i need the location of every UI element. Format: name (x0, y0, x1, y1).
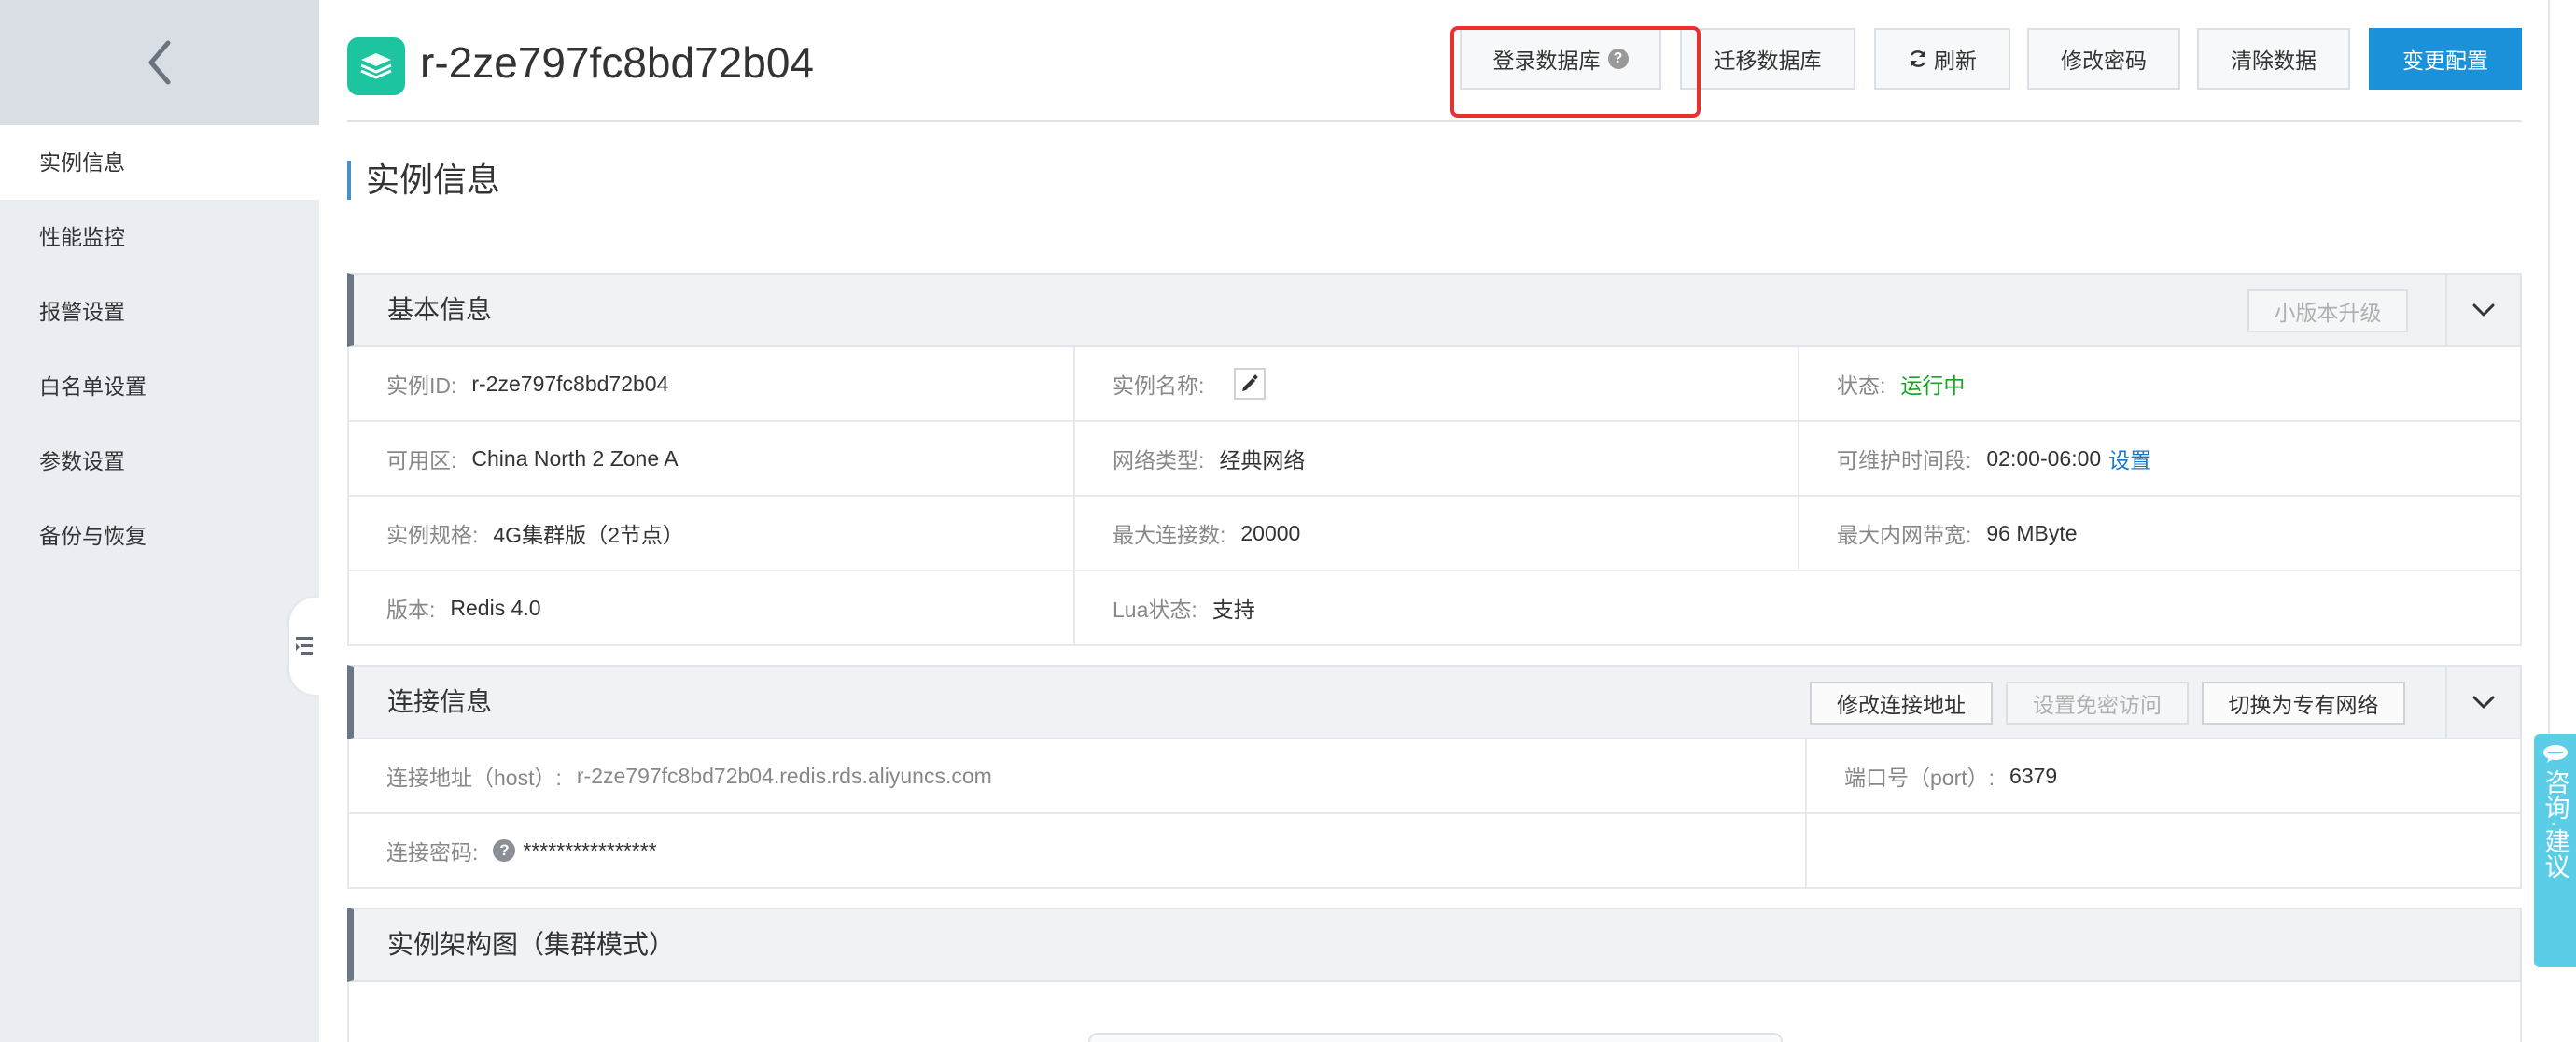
basic-info-grid: 实例ID: r-2ze797fc8bd72b04 实例名称: 状态: 运行中 可… (347, 347, 2522, 646)
version-value: Redis 4.0 (450, 595, 541, 620)
connection-info-title: 连接信息 (387, 687, 493, 716)
architecture-title: 实例架构图（集群模式） (387, 930, 676, 959)
port-cell: 端口号（port）: 6379 (1805, 739, 2520, 812)
instance-id-cell: 实例ID: r-2ze797fc8bd72b04 (349, 347, 1073, 420)
network-type-label: 网络类型: (1113, 448, 1205, 472)
empty-cell (1805, 814, 2520, 887)
maintenance-window-label: 可维护时间段: (1837, 448, 1972, 472)
help-icon[interactable]: ? (493, 839, 516, 862)
database-stack-icon (360, 53, 392, 79)
info-row: 实例ID: r-2ze797fc8bd72b04 实例名称: 状态: 运行中 (349, 347, 2520, 422)
password-value: **************** (523, 838, 657, 863)
max-bandwidth-label: 最大内网带宽: (1837, 523, 1972, 547)
zone-label: 可用区: (386, 448, 457, 472)
collapse-menu-icon (296, 637, 313, 655)
instance-id-value: r-2ze797fc8bd72b04 (471, 371, 669, 396)
instance-spec-label: 实例规格: (386, 523, 479, 547)
page-title: 实例信息 (347, 161, 500, 200)
sidebar-item-instance-info[interactable]: 实例信息 (0, 125, 319, 200)
maintenance-window-cell: 可维护时间段: 02:00-06:00 设置 (1798, 422, 2520, 495)
lua-status-label: Lua状态: (1113, 598, 1197, 622)
pencil-icon (1242, 374, 1259, 391)
chevron-down-icon (2472, 303, 2495, 317)
change-config-button[interactable]: 变更配置 (2369, 28, 2522, 90)
chat-icon (2542, 745, 2568, 763)
max-connections-value: 20000 (1240, 520, 1301, 545)
architecture-header: 实例架构图（集群模式） (347, 908, 2522, 982)
architecture-diagram-node (1088, 1033, 1783, 1042)
host-label: 连接地址（host）: (386, 766, 562, 790)
port-value: 6379 (2009, 763, 2058, 788)
switch-to-vpc-button[interactable]: 切换为专有网络 (2202, 682, 2405, 725)
max-bandwidth-value: 96 MByte (1986, 520, 2078, 545)
sidebar-item-whitelist-settings[interactable]: 白名单设置 (0, 349, 319, 424)
info-row: 连接地址（host）: r-2ze797fc8bd72b04.redis.rds… (349, 739, 2520, 814)
instance-spec-cell: 实例规格: 4G集群版（2节点） (349, 497, 1073, 570)
sidebar-item-backup-restore[interactable]: 备份与恢复 (0, 499, 319, 573)
network-type-cell: 网络类型: 经典网络 (1073, 422, 1798, 495)
host-value: r-2ze797fc8bd72b04.redis.rds.aliyuncs.co… (576, 763, 992, 788)
chevron-left-icon (148, 40, 171, 85)
lua-status-value: 支持 (1211, 598, 1255, 622)
network-type-value: 经典网络 (1219, 448, 1306, 472)
change-password-button[interactable]: 修改密码 (2027, 28, 2180, 90)
version-cell: 版本: Redis 4.0 (349, 571, 1073, 644)
connection-info-grid: 连接地址（host）: r-2ze797fc8bd72b04.redis.rds… (347, 739, 2522, 889)
basic-info-collapse-toggle[interactable] (2445, 275, 2520, 345)
info-row: 版本: Redis 4.0 Lua状态: 支持 (349, 571, 2520, 646)
redis-instance-icon (347, 37, 405, 95)
password-label: 连接密码: (386, 840, 479, 865)
instance-title: r-2ze797fc8bd72b04 (420, 38, 814, 87)
minor-version-upgrade-button[interactable]: 小版本升级 (2247, 289, 2408, 332)
zone-value: China North 2 Zone A (471, 445, 679, 471)
sidebar-collapse-toggle[interactable] (289, 598, 319, 695)
sidebar: 实例信息 性能监控 报警设置 白名单设置 参数设置 备份与恢复 (0, 0, 319, 1042)
status-value: 运行中 (1900, 373, 1966, 398)
page-header: r-2ze797fc8bd72b04 (347, 0, 2522, 122)
page-scroll-edge (2548, 0, 2550, 734)
info-row: 可用区: China North 2 Zone A 网络类型: 经典网络 可维护… (349, 422, 2520, 497)
login-database-button[interactable]: 登录数据库 ? (1460, 28, 1661, 90)
edit-instance-name-button[interactable] (1234, 368, 1267, 400)
instance-spec-value: 4G集群版（2节点） (493, 523, 684, 547)
zone-cell: 可用区: China North 2 Zone A (349, 422, 1073, 495)
sidebar-item-alarm-settings[interactable]: 报警设置 (0, 275, 319, 349)
max-connections-label: 最大连接数: (1113, 523, 1226, 547)
sidebar-item-parameter-settings[interactable]: 参数设置 (0, 424, 319, 499)
instance-name-cell: 实例名称: (1073, 347, 1798, 420)
status-label: 状态: (1837, 373, 1886, 398)
sidebar-item-performance-monitor[interactable]: 性能监控 (0, 200, 319, 275)
maintenance-settings-link[interactable]: 设置 (2108, 443, 2151, 474)
feedback-label: 咨询·建议 (2541, 769, 2569, 879)
migrate-database-button[interactable]: 迁移数据库 (1680, 28, 1855, 90)
max-connections-cell: 最大连接数: 20000 (1073, 497, 1798, 570)
refresh-icon (1910, 50, 1926, 67)
port-label: 端口号（port）: (1844, 766, 1995, 790)
password-cell: 连接密码: ? **************** (349, 814, 1805, 887)
max-bandwidth-cell: 最大内网带宽: 96 MByte (1798, 497, 2520, 570)
lua-status-cell: Lua状态: 支持 (1073, 571, 2520, 644)
connection-info-header: 连接信息 修改连接地址 设置免密访问 切换为专有网络 (347, 665, 2522, 739)
help-icon[interactable]: ? (1607, 49, 1629, 69)
host-cell: 连接地址（host）: r-2ze797fc8bd72b04.redis.rds… (349, 739, 1805, 812)
refresh-button[interactable]: 刷新 (1874, 28, 2010, 90)
status-cell: 状态: 运行中 (1798, 347, 2520, 420)
login-database-label: 登录数据库 (1492, 49, 1601, 73)
instance-id-label: 实例ID: (386, 373, 457, 398)
basic-info-header: 基本信息 小版本升级 (347, 273, 2522, 347)
instance-name-label: 实例名称: (1113, 373, 1205, 398)
modify-connection-address-button[interactable]: 修改连接地址 (1810, 682, 1993, 725)
passwordless-access-button[interactable]: 设置免密访问 (2006, 682, 2189, 725)
clear-data-button[interactable]: 清除数据 (2197, 28, 2350, 90)
basic-info-title: 基本信息 (387, 295, 493, 324)
feedback-tab[interactable]: 咨询·建议 (2534, 734, 2576, 967)
refresh-label: 刷新 (1934, 49, 1977, 73)
info-row: 连接密码: ? **************** (349, 814, 2520, 889)
maintenance-window-value: 02:00-06:00 (1986, 445, 2102, 471)
back-button[interactable] (0, 0, 319, 125)
info-row: 实例规格: 4G集群版（2节点） 最大连接数: 20000 最大内网带宽: 96… (349, 497, 2520, 571)
chevron-down-icon (2472, 696, 2495, 709)
connection-info-collapse-toggle[interactable] (2445, 667, 2520, 738)
version-label: 版本: (386, 598, 436, 622)
